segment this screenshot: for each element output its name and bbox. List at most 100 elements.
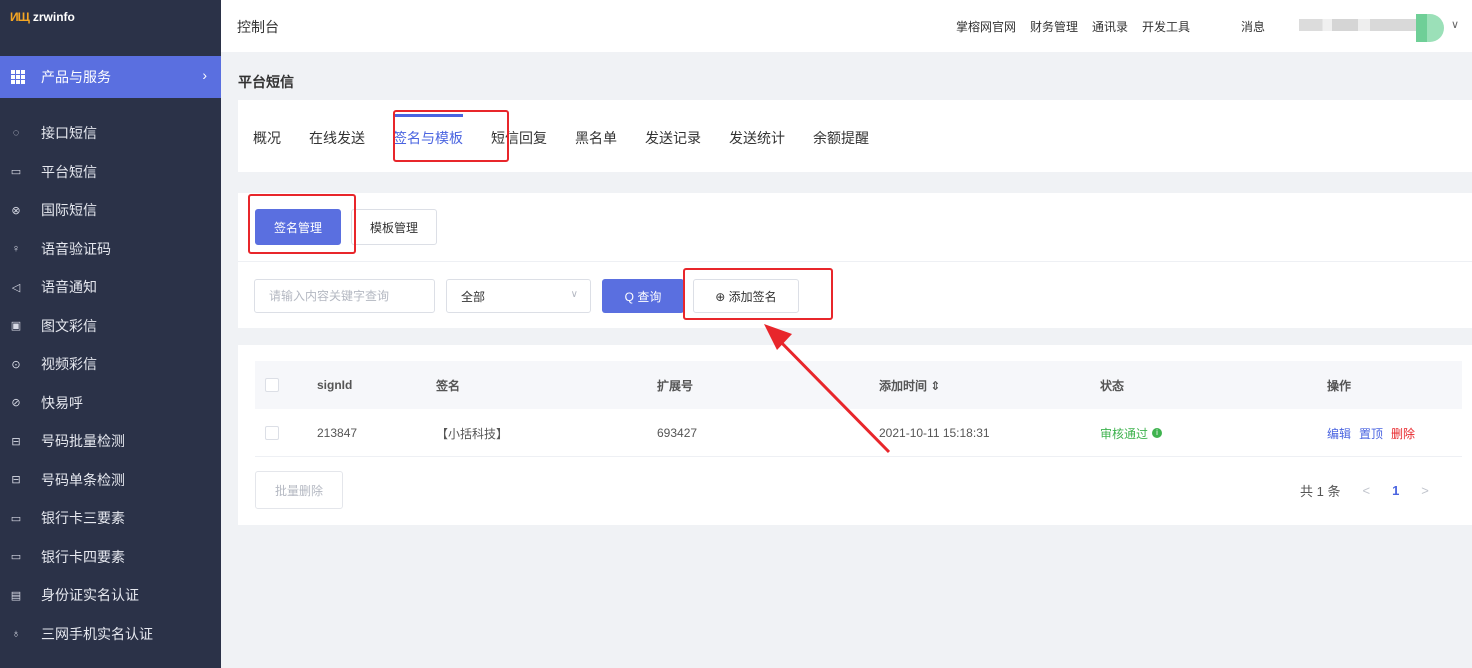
page-title: 平台短信 — [238, 74, 294, 90]
tab-bar: 概况 在线发送 签名与模板 短信回复 黑名单 发送记录 发送统计 余额提醒 — [253, 114, 897, 148]
tab-send-records[interactable]: 发送记录 — [645, 128, 701, 148]
pagination-page[interactable]: 1 — [1392, 483, 1399, 498]
sidebar-item-api-sms[interactable]: ◌ 接口短信 — [0, 114, 221, 153]
tab-overview[interactable]: 概况 — [253, 128, 281, 148]
sidebar-item-bank-three[interactable]: ▭ 银行卡三要素 — [0, 499, 221, 538]
pagination-prev[interactable]: < — [1362, 483, 1370, 498]
sidebar-item-single-check[interactable]: ⊟ 号码单条检测 — [0, 461, 221, 500]
sidebar-item-id-verify[interactable]: ▤ 身份证实名认证 — [0, 576, 221, 615]
top-link-dev-tools[interactable]: 开发工具 — [1142, 18, 1190, 35]
cell-sign: 【小括科技】 — [436, 426, 509, 441]
tab-blacklist[interactable]: 黑名单 — [575, 128, 617, 148]
sidebar-nav: ◌ 接口短信 ▭ 平台短信 ⊗ 国际短信 ♀ 语音验证码 ◁ 语音通知 ▣ 图文彩信 ⊙ 视频… — [0, 114, 221, 653]
pagination-next[interactable]: > — [1421, 483, 1429, 498]
top-link-messages[interactable]: 消息 — [1241, 18, 1265, 35]
logo[interactable]: ИЩ zrwinfo — [0, 0, 221, 34]
row-checkbox-cell — [265, 409, 279, 457]
header-status: 状态 — [1100, 378, 1125, 393]
tab-send-stats[interactable]: 发送统计 — [729, 128, 785, 148]
sidebar-item-mms-video[interactable]: ⊙ 视频彩信 — [0, 345, 221, 384]
avatar[interactable] — [1416, 14, 1444, 42]
pagination-total: 共 1 条 — [1300, 484, 1341, 499]
add-signature-button[interactable]: ⊕ 添加签名 — [693, 279, 799, 313]
scan-icon: ⊟ — [11, 435, 21, 448]
edit-link[interactable]: 编辑 — [1327, 425, 1351, 442]
microphone-icon: ♀ — [11, 242, 21, 255]
filter-card: 签名管理 模板管理 全部 ∨ Q 查询 ⊕ 添加签名 — [238, 193, 1472, 328]
scan-single-icon: ⊟ — [11, 474, 21, 487]
status-text: 审核通过 — [1100, 426, 1149, 441]
sidebar-item-mms-image[interactable]: ▣ 图文彩信 — [0, 307, 221, 346]
sidebar-item-platform-sms[interactable]: ▭ 平台短信 — [0, 153, 221, 192]
header-add-time[interactable]: 添加时间 ⇕ — [879, 361, 940, 409]
cell-ops: 编辑 置顶 删除 — [1327, 409, 1423, 457]
sidebar-item-quick-call[interactable]: ⊘ 快易呼 — [0, 384, 221, 423]
top-link-contacts[interactable]: 通讯录 — [1092, 18, 1128, 35]
sidebar-item-voice-code[interactable]: ♀ 语音验证码 — [0, 230, 221, 269]
header-ext: 扩展号 — [657, 378, 694, 393]
chevron-down-icon: ∨ — [570, 289, 578, 300]
subtab-sign-management[interactable]: 签名管理 — [255, 209, 342, 245]
sidebar-item-label: 语音验证码 — [41, 240, 111, 257]
status-select[interactable]: 全部 ∨ — [446, 279, 591, 313]
tab-sign-template[interactable]: 签名与模板 — [393, 114, 463, 148]
status-badge: 审核通过 i — [1100, 409, 1163, 457]
sidebar-item-label: 国际短信 — [41, 202, 97, 219]
sidebar-section-label: 产品与服务 — [41, 69, 111, 85]
sidebar-item-intl-sms[interactable]: ⊗ 国际短信 — [0, 191, 221, 230]
header-sign-id: signId — [317, 378, 353, 392]
chevron-right-icon: › — [202, 67, 207, 83]
card-icon: ▭ — [10, 512, 22, 525]
message-square-icon: ▭ — [10, 166, 22, 179]
globe-icon: ⊗ — [11, 204, 21, 217]
tab-balance-alert[interactable]: 余额提醒 — [813, 128, 869, 148]
logo-text: zrwinfo — [32, 10, 75, 24]
cell-add-time: 2021-10-11 15:18:31 — [879, 426, 990, 440]
user-icon: ♁ — [11, 627, 21, 640]
id-card-icon: ▤ — [10, 589, 22, 602]
table-header: signId 签名 扩展号 添加时间 ⇕ 状态 操作 — [255, 361, 1462, 409]
cell-sign-id: 213847 — [317, 426, 358, 440]
sidebar-item-label: 银行卡四要素 — [41, 548, 125, 565]
play-circle-icon: ⊙ — [11, 358, 21, 371]
sidebar-item-label: 快易呼 — [41, 394, 83, 411]
query-button[interactable]: Q 查询 — [602, 279, 684, 313]
speaker-icon: ◁ — [11, 281, 21, 294]
phone-circle-icon: ⊘ — [11, 397, 21, 410]
info-icon[interactable]: i — [1152, 428, 1163, 438]
sidebar-item-voice-notice[interactable]: ◁ 语音通知 — [0, 268, 221, 307]
top-link-official-site[interactable]: 掌榕网官网 — [956, 18, 1016, 35]
sidebar-item-batch-check[interactable]: ⊟ 号码批量检测 — [0, 422, 221, 461]
subtab-template-management[interactable]: 模板管理 — [351, 209, 438, 245]
pin-top-link[interactable]: 置顶 — [1359, 425, 1383, 442]
sidebar-item-label: 银行卡三要素 — [41, 510, 125, 527]
sidebar-item-label: 视频彩信 — [41, 356, 97, 373]
sidebar: ИЩ zrwinfo 产品与服务 › ◌ 接口短信 ▭ 平台短信 ⊗ 国际短信 ♀ 语音… — [0, 0, 221, 668]
search-input[interactable] — [254, 279, 435, 313]
header-sign: 签名 — [436, 378, 461, 393]
sidebar-item-label: 号码批量检测 — [41, 433, 125, 450]
sidebar-item-phone-verify[interactable]: ♁ 三网手机实名认证 — [0, 615, 221, 654]
sidebar-item-label: 号码单条检测 — [41, 471, 125, 488]
tab-online-send[interactable]: 在线发送 — [309, 128, 365, 148]
top-links: 掌榕网官网 财务管理 通讯录 开发工具 — [956, 18, 1204, 35]
sidebar-section-products[interactable]: 产品与服务 › — [0, 56, 221, 98]
sidebar-item-label: 平台短信 — [41, 163, 97, 180]
batch-delete-button[interactable]: 批量删除 — [255, 471, 343, 509]
delete-link[interactable]: 删除 — [1391, 425, 1415, 442]
header-ops: 操作 — [1327, 378, 1352, 393]
select-all-checkbox[interactable] — [265, 378, 279, 392]
tab-sms-reply[interactable]: 短信回复 — [491, 128, 547, 148]
top-link-finance[interactable]: 财务管理 — [1030, 18, 1078, 35]
logo-mark: ИЩ — [10, 10, 30, 24]
status-select-value: 全部 — [461, 289, 486, 304]
signature-table: signId 签名 扩展号 添加时间 ⇕ 状态 操作 213847 【小括科技】… — [238, 345, 1472, 525]
sidebar-item-bank-four[interactable]: ▭ 银行卡四要素 — [0, 538, 221, 577]
console-title: 控制台 — [237, 19, 279, 35]
sidebar-item-label: 语音通知 — [41, 279, 97, 296]
main-content: 平台短信 概况 在线发送 签名与模板 短信回复 黑名单 发送记录 发送统计 余额… — [221, 52, 1472, 668]
sidebar-item-label: 三网手机实名认证 — [41, 625, 153, 642]
chevron-down-icon[interactable]: ∨ — [1451, 18, 1459, 31]
topbar: 控制台 掌榕网官网 财务管理 通讯录 开发工具 消息 ∨ — [221, 0, 1472, 52]
row-checkbox[interactable] — [265, 426, 279, 440]
